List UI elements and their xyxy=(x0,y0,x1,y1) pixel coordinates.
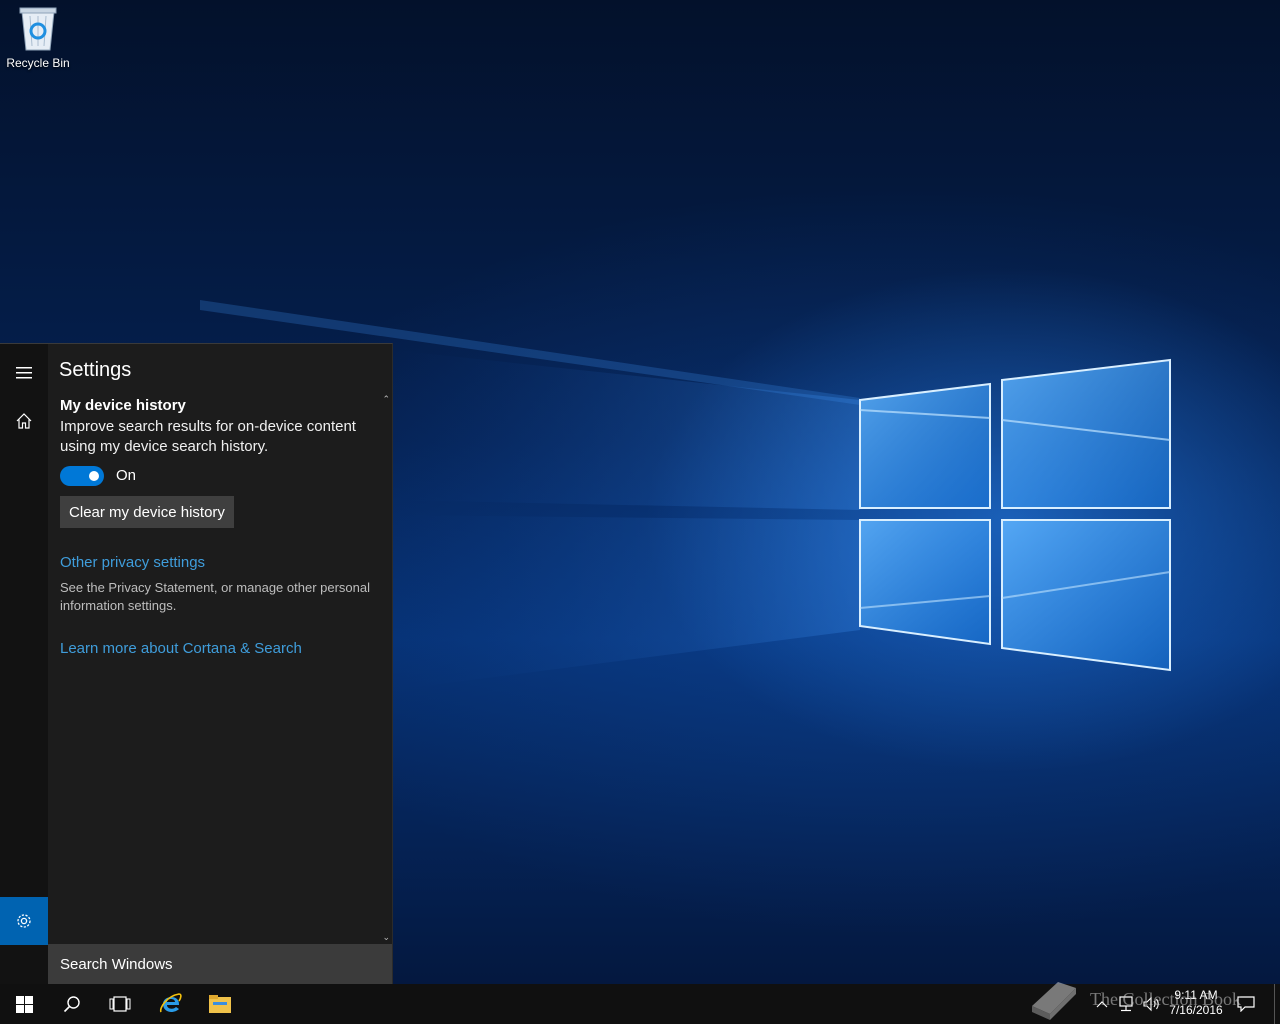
settings-content: Settings ⌃ My device history Improve sea… xyxy=(48,344,392,944)
toggle-state-label: On xyxy=(116,467,137,484)
search-input[interactable]: Search Windows xyxy=(48,944,392,985)
gear-icon xyxy=(17,914,31,928)
toggle-knob xyxy=(89,471,99,481)
task-view-button[interactable] xyxy=(96,984,144,1024)
action-center-icon xyxy=(1237,996,1255,1012)
volume-icon xyxy=(1143,996,1159,1012)
file-explorer-button[interactable] xyxy=(196,984,244,1024)
clock-time: 9:11 AM xyxy=(1174,988,1218,1002)
search-settings-panel: Settings ⌃ My device history Improve sea… xyxy=(0,343,393,985)
panel-rail xyxy=(0,344,48,985)
desktop-icon-label: Recycle Bin xyxy=(6,56,70,70)
file-explorer-icon xyxy=(209,995,231,1013)
home-icon xyxy=(16,413,32,429)
internet-explorer-button[interactable] xyxy=(147,984,195,1024)
device-history-heading: My device history xyxy=(60,397,186,414)
device-history-description: Improve search results for on-device con… xyxy=(60,418,356,455)
clock-date: 7/16/2016 xyxy=(1169,1003,1223,1017)
start-button[interactable] xyxy=(0,984,48,1024)
volume-button[interactable] xyxy=(1140,984,1164,1024)
show-hidden-icons-button[interactable] xyxy=(1092,984,1112,1024)
chevron-up-icon xyxy=(1096,1001,1108,1008)
desktop-icon-recycle-bin[interactable]: Recycle Bin xyxy=(4,6,72,76)
menu-button[interactable] xyxy=(0,349,48,397)
taskbar: 9:11 AM 7/16/2016 xyxy=(0,984,1280,1024)
scroll-up-arrow-icon[interactable]: ⌃ xyxy=(382,394,390,405)
task-view-icon xyxy=(109,996,131,1012)
home-button[interactable] xyxy=(0,397,48,445)
page-title: Settings xyxy=(59,359,132,381)
taskbar-clock[interactable]: 9:11 AM 7/16/2016 xyxy=(1164,988,1228,1022)
action-center-button[interactable] xyxy=(1232,984,1260,1024)
scroll-down-arrow-icon[interactable]: ⌄ xyxy=(382,932,390,943)
show-desktop-button[interactable] xyxy=(1274,984,1280,1024)
windows-logo-icon xyxy=(15,995,33,1013)
hamburger-icon xyxy=(16,367,32,379)
settings-button[interactable] xyxy=(0,897,48,945)
search-icon xyxy=(63,996,80,1013)
network-icon xyxy=(1119,996,1133,1012)
learn-more-link[interactable]: Learn more about Cortana & Search xyxy=(60,640,302,657)
taskbar-search-button[interactable] xyxy=(48,984,96,1024)
internet-explorer-icon xyxy=(159,993,182,1013)
network-button[interactable] xyxy=(1114,984,1138,1024)
device-history-toggle[interactable] xyxy=(60,466,104,486)
other-privacy-settings-link[interactable]: Other privacy settings xyxy=(60,554,205,571)
recycle-bin-icon xyxy=(18,6,58,52)
privacy-description: See the Privacy Statement, or manage oth… xyxy=(60,580,371,613)
clear-device-history-button[interactable]: Clear my device history xyxy=(60,496,234,528)
